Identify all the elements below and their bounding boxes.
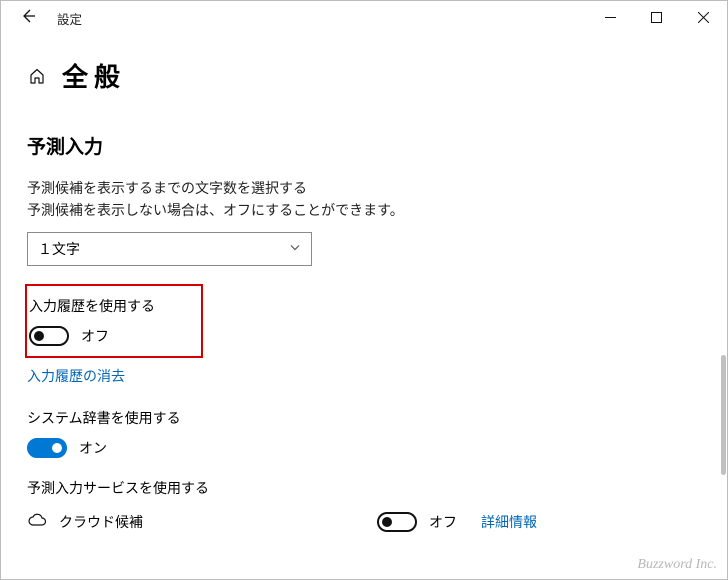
desc-line-2: 予測候補を表示しない場合は、オフにすることができます。 <box>27 202 404 218</box>
arrow-left-icon <box>20 8 36 29</box>
settings-window: 設定 全般 予測入力 予測候補を表示するまでの文字数を選択する 予測候補を表示し… <box>0 0 728 580</box>
minimize-icon <box>605 11 616 26</box>
history-toggle-label: オフ <box>81 326 109 346</box>
chevron-down-icon <box>289 241 301 256</box>
system-dict-toggle[interactable] <box>27 438 67 458</box>
window-controls <box>587 1 727 35</box>
cloud-candidate-toggle-label: オフ <box>429 512 457 532</box>
maximize-button[interactable] <box>633 1 679 35</box>
back-button[interactable] <box>13 3 43 33</box>
desc-line-1: 予測候補を表示するまでの文字数を選択する <box>27 180 307 196</box>
home-icon[interactable] <box>27 66 46 85</box>
predict-service-group: 予測入力サービスを使用する クラウド候補 オフ 詳細情報 <box>27 478 701 532</box>
predict-service-title: 予測入力サービスを使用する <box>27 478 701 498</box>
toggle-knob <box>382 517 392 527</box>
predict-description: 予測候補を表示するまでの文字数を選択する 予測候補を表示しない場合は、オフにする… <box>27 177 701 222</box>
watermark: Buzzword Inc. <box>637 557 717 573</box>
scrollbar[interactable] <box>721 355 726 475</box>
titlebar: 設定 <box>1 1 727 35</box>
system-dict-title: システム辞書を使用する <box>27 408 701 428</box>
toggle-knob <box>34 331 44 341</box>
cloud-candidate-label: クラウド候補 <box>59 512 143 532</box>
window-title: 設定 <box>57 9 82 28</box>
detail-info-link[interactable]: 詳細情報 <box>481 512 537 532</box>
minimize-button[interactable] <box>587 1 633 35</box>
cloud-candidate-row: クラウド候補 オフ 詳細情報 <box>27 512 701 532</box>
section-title-predict: 予測入力 <box>27 132 701 159</box>
page-heading: 全般 <box>62 57 126 94</box>
cloud-icon <box>27 513 45 531</box>
history-toggle[interactable] <box>29 326 69 346</box>
history-toggle-title: 入力履歴を使用する <box>29 296 191 316</box>
clear-history-link[interactable]: 入力履歴の消去 <box>27 366 125 386</box>
system-dict-toggle-label: オン <box>79 438 107 458</box>
system-dict-group: システム辞書を使用する オン <box>27 408 701 458</box>
highlight-box: 入力履歴を使用する オフ <box>25 284 203 358</box>
toggle-knob <box>52 443 62 453</box>
maximize-icon <box>651 11 662 26</box>
close-icon <box>698 11 709 26</box>
content-area: 全般 予測入力 予測候補を表示するまでの文字数を選択する 予測候補を表示しない場… <box>1 35 727 579</box>
heading-row: 全般 <box>27 57 701 94</box>
char-count-select[interactable]: １文字 <box>27 232 312 266</box>
cloud-candidate-toggle[interactable] <box>377 512 417 532</box>
select-value: １文字 <box>38 239 80 259</box>
close-button[interactable] <box>679 1 727 35</box>
